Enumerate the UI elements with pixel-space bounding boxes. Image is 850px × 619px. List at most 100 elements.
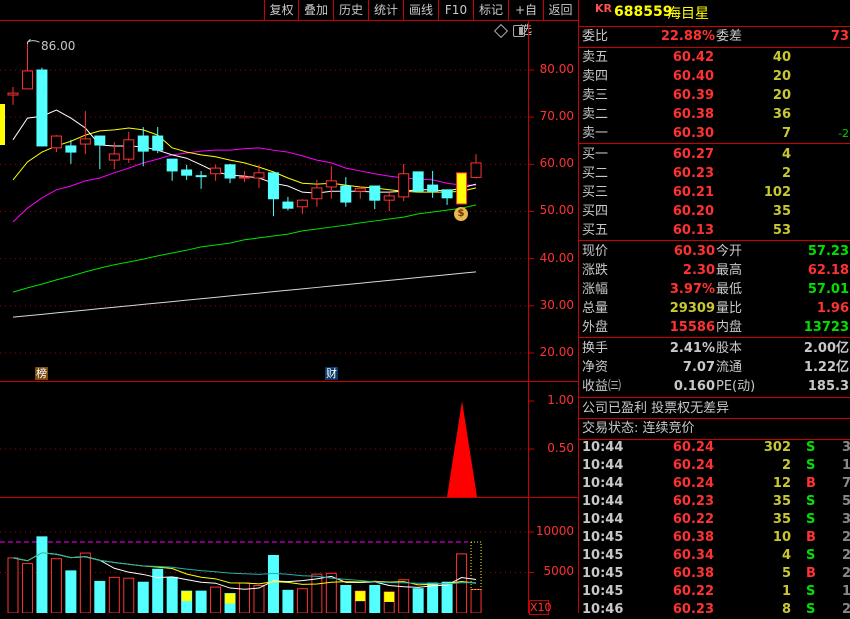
candle[interactable] xyxy=(224,163,236,184)
tick-volume: 2 xyxy=(781,458,791,473)
panel-toggle-icon[interactable] xyxy=(513,25,525,37)
candle[interactable] xyxy=(267,172,279,217)
money-bag-icon[interactable]: $ xyxy=(454,207,468,221)
volume-bar[interactable] xyxy=(36,536,48,613)
bid-label: 买一 xyxy=(582,147,609,162)
candle[interactable] xyxy=(36,67,48,147)
volume-bar[interactable] xyxy=(50,558,62,613)
candle[interactable] xyxy=(282,196,294,211)
candle-body xyxy=(166,158,178,172)
candle[interactable] xyxy=(50,135,62,153)
candle[interactable] xyxy=(470,154,482,179)
tick-side: S xyxy=(806,548,816,563)
kline-chart[interactable] xyxy=(0,0,578,613)
volume-bar[interactable] xyxy=(325,572,337,613)
quote-label: 涨幅 xyxy=(582,282,609,297)
candle[interactable] xyxy=(383,192,395,212)
finance-tag[interactable]: 财 xyxy=(325,367,338,380)
profit-note: 公司已盈利 投票权无差异 xyxy=(582,401,730,416)
candle[interactable] xyxy=(7,86,19,105)
bid-row[interactable]: 买一 60.27 4 xyxy=(579,145,850,164)
candle[interactable] xyxy=(325,166,337,199)
candle[interactable] xyxy=(152,127,164,154)
candle[interactable] xyxy=(210,164,222,181)
candle[interactable] xyxy=(21,42,33,90)
volume-bar[interactable] xyxy=(369,584,381,613)
volume-bar[interactable] xyxy=(152,568,164,613)
fundamental-value: 1.22亿 xyxy=(803,360,849,375)
ask-row[interactable]: 卖二 60.38 36 xyxy=(579,105,850,124)
tick-price: 60.22 xyxy=(672,512,714,527)
bid-price: 60.13 xyxy=(672,223,714,238)
tick-time: 10:45 xyxy=(582,566,624,581)
volume-bar[interactable] xyxy=(412,588,424,613)
bid-row[interactable]: 买二 60.23 2 xyxy=(579,164,850,183)
fundamental-value: 0.160 xyxy=(673,379,715,394)
candle[interactable] xyxy=(354,186,366,199)
volume-bar[interactable] xyxy=(427,582,439,613)
ask-row[interactable]: 卖三 60.39 20 xyxy=(579,86,850,105)
candle-body xyxy=(123,139,135,160)
candle[interactable] xyxy=(427,170,439,198)
tick-row: 10:45 60.38 5 B 2 xyxy=(579,565,850,583)
tick-price: 60.34 xyxy=(672,548,714,563)
volume-bar[interactable] xyxy=(79,552,91,613)
volume-bar[interactable] xyxy=(108,576,120,613)
high-flag-icon xyxy=(27,38,40,43)
tick-time: 10:45 xyxy=(582,548,624,563)
volume-bar[interactable] xyxy=(340,584,352,613)
tick-price: 60.38 xyxy=(672,530,714,545)
quote-label: 内盘 xyxy=(716,320,743,335)
ask-row[interactable]: 卖五 60.42 40 xyxy=(579,48,850,67)
volume-bar[interactable] xyxy=(470,589,482,613)
candle[interactable] xyxy=(195,170,207,189)
ask-row[interactable]: 卖四 60.40 20 xyxy=(579,67,850,86)
candle[interactable] xyxy=(456,172,468,205)
volume-bar[interactable] xyxy=(441,581,453,613)
tick-row: 10:44 60.24 2 S 1 xyxy=(579,457,850,475)
candle[interactable] xyxy=(123,131,135,163)
candle[interactable] xyxy=(340,177,352,207)
candle[interactable] xyxy=(166,158,178,181)
ask-row[interactable]: 卖一 60.30 7 -2 xyxy=(579,124,850,143)
candle[interactable] xyxy=(398,163,410,202)
volume-bar[interactable] xyxy=(398,579,410,613)
volume-bar[interactable] xyxy=(210,586,222,613)
volume-bar[interactable] xyxy=(239,582,251,613)
stock-name: 海目星 xyxy=(667,6,709,22)
volume-bar[interactable] xyxy=(311,573,323,613)
volume-marker xyxy=(225,593,236,604)
tick-side: B xyxy=(806,530,816,545)
volume-bar[interactable] xyxy=(195,590,207,613)
candle[interactable] xyxy=(65,139,77,164)
quote-label: 今开 xyxy=(716,244,743,259)
candle-body xyxy=(354,187,366,192)
volume-bar[interactable] xyxy=(7,557,19,613)
bid-row[interactable]: 买三 60.21 102 xyxy=(579,183,850,202)
volume-bar[interactable] xyxy=(253,584,265,613)
candle[interactable] xyxy=(137,127,149,167)
candle[interactable] xyxy=(181,164,193,180)
volume-bar[interactable] xyxy=(296,588,308,613)
volume-bar[interactable] xyxy=(282,589,294,613)
tick-side: B xyxy=(806,566,816,581)
tick-volume: 8 xyxy=(781,602,791,617)
volume-bar[interactable] xyxy=(94,580,106,613)
volume-bar[interactable] xyxy=(166,576,178,613)
volume-bar[interactable] xyxy=(137,581,149,613)
fundamental-value: 2.41% xyxy=(669,341,715,356)
candle[interactable] xyxy=(412,171,424,192)
bid-price: 60.27 xyxy=(672,147,714,162)
candle[interactable] xyxy=(441,189,453,205)
rank-tag[interactable]: 榜 xyxy=(35,367,48,380)
volume-bar[interactable] xyxy=(267,554,279,613)
bid-row[interactable]: 买五 60.13 53 xyxy=(579,221,850,240)
tick-row: 10:46 60.23 8 S 2 xyxy=(579,601,850,619)
candle[interactable] xyxy=(369,185,381,210)
volume-bar[interactable] xyxy=(65,570,77,613)
volume-bar[interactable] xyxy=(123,577,135,613)
candle[interactable] xyxy=(94,135,106,170)
bid-qty: 53 xyxy=(772,223,791,238)
volume-bar[interactable] xyxy=(21,563,33,613)
bid-row[interactable]: 买四 60.20 35 xyxy=(579,202,850,221)
